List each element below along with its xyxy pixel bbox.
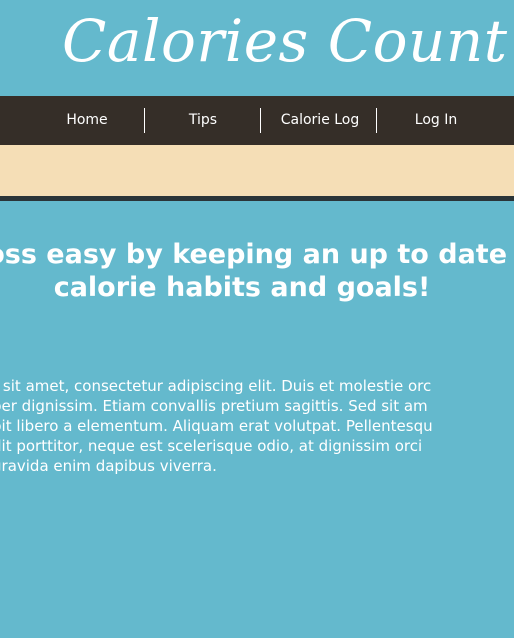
headline-line: calorie habits and goals! bbox=[53, 272, 431, 303]
site-header: Calories Count bbox=[0, 0, 514, 96]
nav-item-calorie-log[interactable]: Calorie Log bbox=[262, 96, 378, 145]
paragraph-line: r sit amet, consectetur adipiscing elit.… bbox=[0, 377, 432, 395]
paragraph-line: per dignissim. Etiam convallis pretium s… bbox=[0, 397, 428, 415]
nav-divider bbox=[260, 108, 261, 133]
site-logo[interactable]: Calories Count bbox=[62, 6, 508, 76]
nav-item-home[interactable]: Home bbox=[30, 96, 144, 145]
headline-line: loss easy by keeping an up to date bbox=[0, 239, 508, 270]
paragraph-line: gravida enim dapibus viverra. bbox=[0, 457, 217, 475]
paragraph-line: bit libero a elementum. Aliquam erat vol… bbox=[0, 417, 433, 435]
main-nav: Home Tips Calorie Log Log In bbox=[0, 96, 514, 145]
nav-divider bbox=[376, 108, 377, 133]
nav-item-log-in[interactable]: Log In bbox=[378, 96, 494, 145]
page-headline: loss easy by keeping an up to date calor… bbox=[0, 238, 514, 304]
nav-item-tips[interactable]: Tips bbox=[146, 96, 260, 145]
banner-border bbox=[0, 196, 514, 201]
nav-divider bbox=[144, 108, 145, 133]
paragraph-line: dit porttitor, neque est scelerisque odi… bbox=[0, 437, 423, 455]
intro-paragraph: r sit amet, consectetur adipiscing elit.… bbox=[0, 376, 514, 476]
banner-strip bbox=[0, 145, 514, 196]
